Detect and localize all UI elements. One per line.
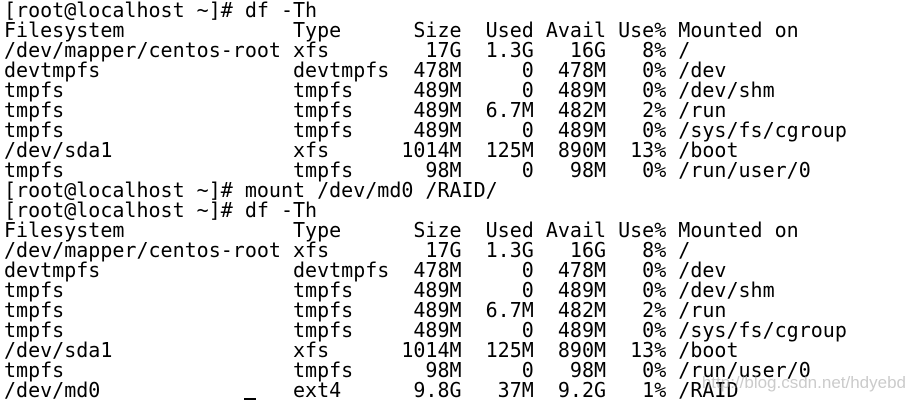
- terminal-line-header: Filesystem Type Size Used Avail Use% Mou…: [4, 18, 799, 42]
- terminal-line-row: /dev/mapper/centos-root xfs 17G 1.3G 16G…: [4, 38, 691, 62]
- watermark: http://blog.csdn.net/hdyebd: [701, 373, 906, 392]
- terminal-line-row: tmpfs tmpfs 489M 0 489M 0% /sys/fs/cgrou…: [4, 318, 847, 342]
- terminal-line-header: Filesystem Type Size Used Avail Use% Mou…: [4, 218, 799, 242]
- terminal-line-row: /dev/mapper/centos-root xfs 17G 1.3G 16G…: [4, 238, 691, 262]
- terminal-line-row: tmpfs tmpfs 489M 6.7M 482M 2% /run: [4, 298, 727, 322]
- terminal-line-row: /dev/sda1 xfs 1014M 125M 890M 13% /boot: [4, 338, 739, 362]
- terminal-line-row: tmpfs tmpfs 489M 0 489M 0% /sys/fs/cgrou…: [4, 118, 847, 142]
- terminal-window[interactable]: [root@localhost ~]# df -Th Filesystem Ty…: [0, 0, 912, 401]
- terminal-line-row: tmpfs tmpfs 98M 0 98M 0% /run/user/0: [4, 358, 811, 382]
- terminal-line-prompt: [root@localhost ~]# df -Th: [4, 198, 318, 222]
- terminal-line-row: tmpfs tmpfs 98M 0 98M 0% /run/user/0: [4, 158, 811, 182]
- terminal-line-row: tmpfs tmpfs 489M 0 489M 0% /dev/shm: [4, 278, 775, 302]
- terminal-line-row: /dev/sda1 xfs 1014M 125M 890M 13% /boot: [4, 138, 739, 162]
- terminal-line-row: /dev/md0 ext4 9.8G 37M 9.2G 1% /RAID: [4, 378, 739, 401]
- terminal-line-row: devtmpfs devtmpfs 478M 0 478M 0% /dev: [4, 58, 727, 82]
- terminal-line-row: tmpfs tmpfs 489M 6.7M 482M 2% /run: [4, 98, 727, 122]
- terminal-line-row: devtmpfs devtmpfs 478M 0 478M 0% /dev: [4, 258, 727, 282]
- text-cursor: [244, 398, 256, 400]
- terminal-line-row: tmpfs tmpfs 489M 0 489M 0% /dev/shm: [4, 78, 775, 102]
- terminal-line-prompt: [root@localhost ~]# df -Th: [4, 0, 318, 22]
- terminal-line-prompt: [root@localhost ~]# mount /dev/md0 /RAID…: [4, 178, 498, 202]
